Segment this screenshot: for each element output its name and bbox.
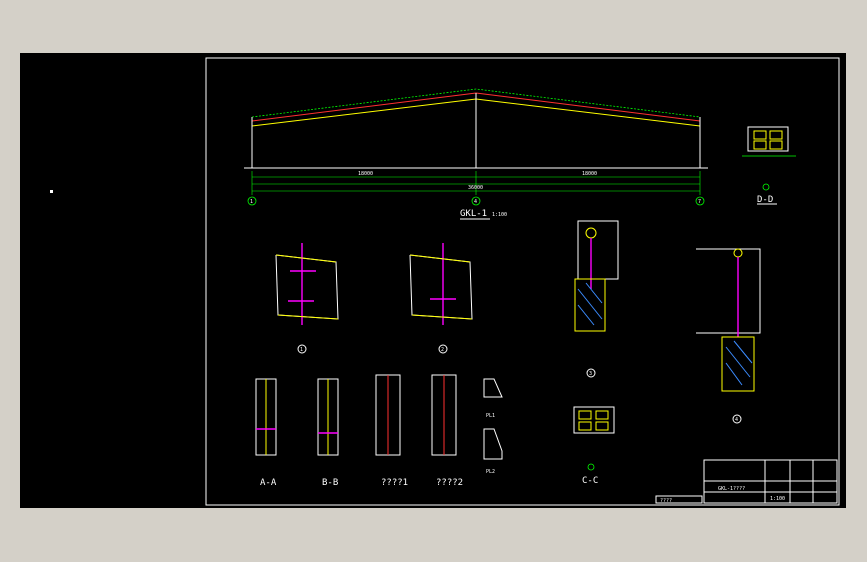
cad-drawing: 18000 18000 36000 1 4 7 GKL-1 1:100 D-D — [205, 57, 840, 506]
cc-cell-4 — [595, 421, 609, 431]
section-aa-title: A-A — [260, 478, 277, 488]
axis-label-4: 4 — [474, 199, 477, 205]
dim-total-text: 36000 — [468, 185, 483, 191]
dd-cell-2 — [769, 130, 783, 140]
sheet-border — [205, 57, 840, 506]
detail2-label: 2 — [441, 347, 444, 353]
main-title: GKL-1 — [460, 209, 487, 219]
dd-bubble — [762, 183, 770, 191]
section-q1: ????1 — [375, 374, 408, 488]
detail3-hatch-3 — [585, 282, 603, 304]
detail3-upper — [577, 220, 619, 280]
plate-2-shape — [483, 428, 503, 460]
dd-cell-1 — [753, 130, 767, 140]
title-block-scale: 1:100 — [770, 496, 785, 502]
detail3-pedestal — [574, 278, 606, 332]
plate-1-label: PL1 — [486, 413, 495, 419]
detail3-hatch-2 — [577, 304, 595, 326]
section-cc-title: C-C — [582, 476, 598, 486]
dd-cell-4 — [769, 140, 783, 150]
detail2-top — [409, 254, 471, 263]
cc-cell-2 — [595, 410, 609, 420]
detail3-pipe — [585, 227, 597, 239]
section-bb: B-B — [317, 378, 339, 488]
dim-right-text: 18000 — [582, 171, 597, 177]
cc-cell-3 — [578, 421, 592, 431]
plate-1-shape — [483, 378, 503, 398]
detail-1: 1 — [275, 243, 339, 354]
title-block-left-label: ???? — [660, 498, 672, 504]
detail4-hatch-2 — [725, 362, 743, 386]
title-block: GKL-1???? 1:100 ???? — [655, 459, 838, 504]
detail4-hatch-1 — [725, 346, 751, 378]
detail-2: 2 — [409, 243, 473, 354]
section-dd: D-D — [742, 126, 796, 205]
detail1-outline — [275, 254, 339, 320]
detail4-outline — [696, 248, 761, 334]
detail1-bottom — [277, 314, 339, 320]
detail4-label: 4 — [735, 417, 738, 423]
section-cc: C-C — [573, 406, 615, 486]
section-q1-title: ????1 — [381, 478, 408, 488]
section-bb-title: B-B — [322, 478, 338, 488]
detail2-bottom — [411, 314, 473, 320]
section-q2: ????2 — [431, 374, 463, 488]
detail3-label: 3 — [589, 371, 592, 377]
title-block-drawing-name: GKL-1???? — [718, 486, 745, 492]
detail1-top — [275, 254, 337, 263]
cc-bubble — [587, 463, 595, 471]
cc-cell-1 — [578, 410, 592, 420]
detail4-pipe — [733, 248, 743, 258]
dd-cell-3 — [753, 140, 767, 150]
plate-details: PL1 PL2 — [483, 378, 503, 475]
axis-label-1: 1 — [250, 199, 253, 205]
section-q2-title: ????2 — [436, 478, 463, 488]
detail-4: 4 — [696, 248, 761, 424]
detail-3: 3 — [574, 220, 619, 378]
model-viewport[interactable]: 18000 18000 36000 1 4 7 GKL-1 1:100 D-D — [20, 53, 846, 508]
dim-left-text: 18000 — [358, 171, 373, 177]
detail3-hatch-1 — [577, 288, 603, 320]
detail2-outline — [409, 254, 473, 320]
plate-2-label: PL2 — [486, 469, 495, 475]
axis-label-7: 7 — [698, 199, 701, 205]
portal-frame-elevation: 18000 18000 36000 1 4 7 GKL-1 1:100 — [244, 88, 708, 220]
section-aa: A-A — [255, 378, 277, 488]
detail1-label: 1 — [300, 347, 303, 353]
main-scale: 1:100 — [492, 212, 507, 218]
